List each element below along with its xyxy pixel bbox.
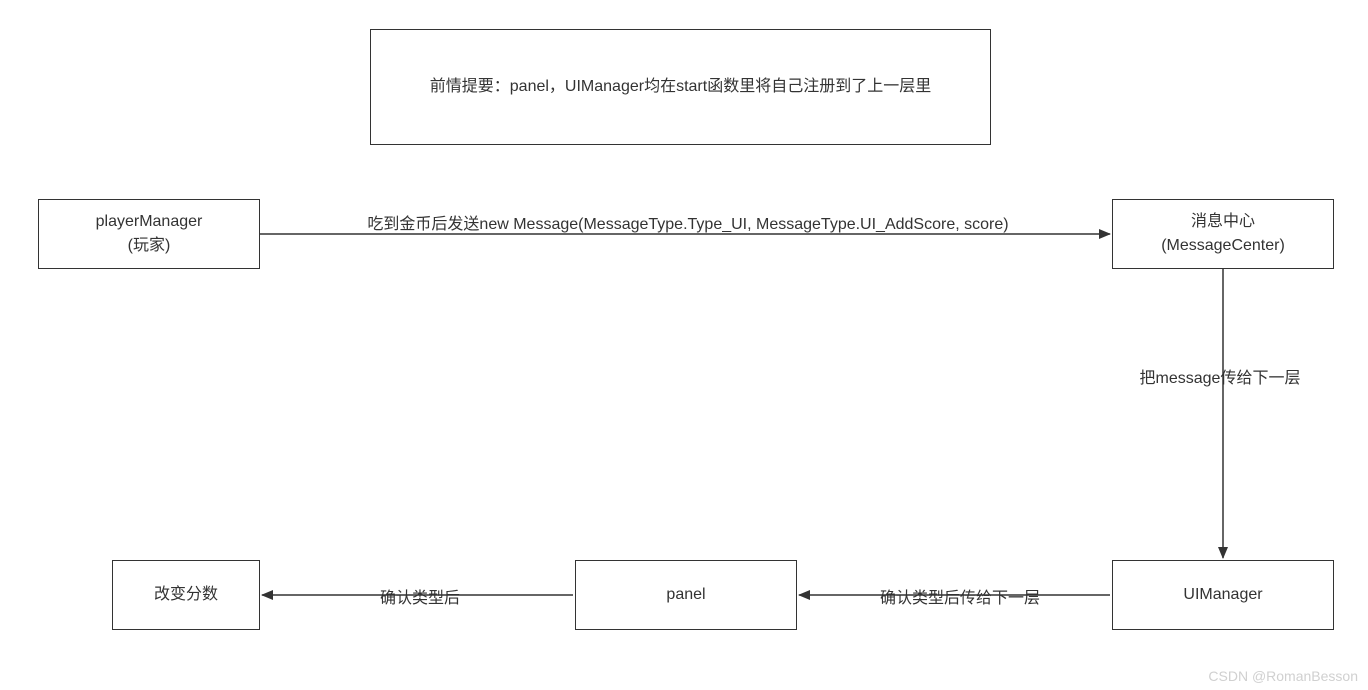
message-center-sub: (MessageCenter) bbox=[1161, 234, 1285, 258]
player-manager-title: playerManager bbox=[96, 210, 203, 234]
change-score-text: 改变分数 bbox=[154, 583, 218, 607]
node-player-manager: playerManager (玩家) bbox=[38, 199, 260, 269]
edge-label-center-to-uimanager: 把message传给下一层 bbox=[1095, 364, 1345, 388]
player-manager-sub: (玩家) bbox=[96, 234, 203, 258]
edge-label-player-to-center: 吃到金币后发送new Message(MessageType.Type_UI, … bbox=[278, 210, 1098, 234]
edge-label-uimanager-to-panel: 确认类型后传给下一层 bbox=[820, 584, 1100, 608]
node-panel: panel bbox=[575, 560, 797, 630]
node-ui-manager: UIManager bbox=[1112, 560, 1334, 630]
edge-label-panel-to-score: 确认类型后 bbox=[280, 584, 560, 608]
ui-manager-text: UIManager bbox=[1183, 583, 1262, 607]
message-center-title: 消息中心 bbox=[1161, 210, 1285, 234]
node-message-center: 消息中心 (MessageCenter) bbox=[1112, 199, 1334, 269]
panel-text: panel bbox=[666, 583, 705, 607]
note-box: 前情提要：panel，UIManager均在start函数里将自己注册到了上一层… bbox=[370, 29, 991, 145]
node-change-score: 改变分数 bbox=[112, 560, 260, 630]
watermark: CSDN @RomanBesson bbox=[1208, 668, 1358, 684]
note-text: 前情提要：panel，UIManager均在start函数里将自己注册到了上一层… bbox=[430, 75, 931, 99]
